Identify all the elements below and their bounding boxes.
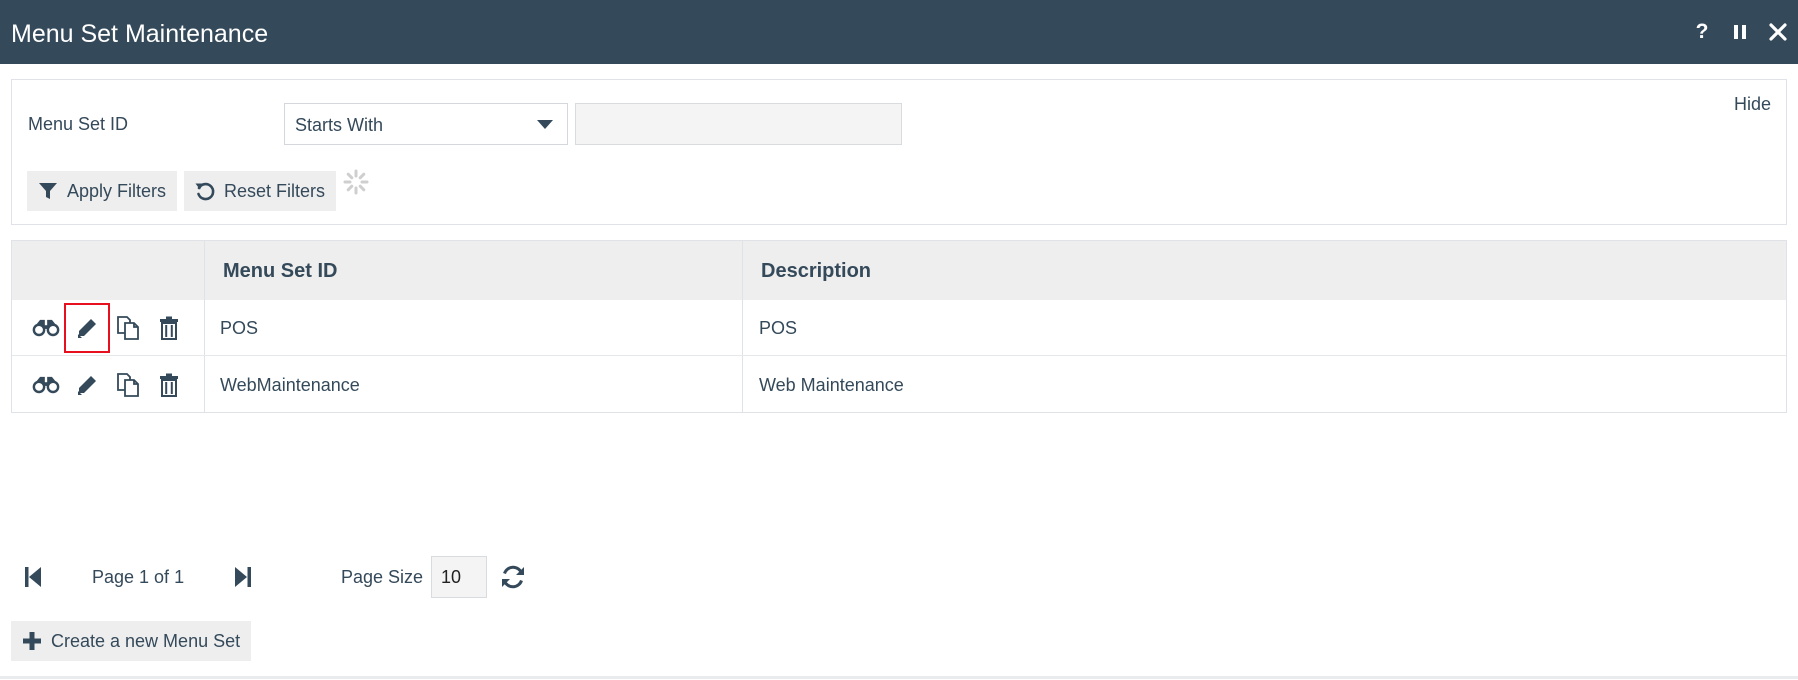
window-title: Menu Set Maintenance <box>11 20 269 48</box>
last-page-icon <box>235 567 251 587</box>
trash-icon <box>160 373 178 397</box>
menu-set-grid: Menu Set ID Description POS POS WebMaint… <box>11 240 1787 413</box>
last-page-button[interactable] <box>229 562 257 592</box>
page-size-input[interactable] <box>431 556 487 598</box>
page-size-label: Page Size <box>341 567 424 587</box>
cell-description: POS <box>759 318 798 338</box>
filter-value-input[interactable] <box>575 103 902 145</box>
page-indicator: Page 1 of 1 <box>92 567 185 587</box>
edit-button[interactable] <box>73 371 101 399</box>
plus-icon <box>21 630 43 652</box>
filter-field-label: Menu Set ID <box>28 114 129 134</box>
pager: Page 1 of 1 Page Size <box>0 555 600 599</box>
cell-menu-set-id: POS <box>220 318 259 338</box>
refresh-icon <box>502 565 524 589</box>
help-button[interactable]: ? <box>1688 18 1716 46</box>
view-button[interactable] <box>32 314 60 342</box>
apply-filters-label: Apply Filters <box>67 180 167 201</box>
pause-icon <box>1734 25 1746 39</box>
title-bar: Menu Set Maintenance ? <box>0 0 1798 64</box>
cell-description: Web Maintenance <box>759 375 904 395</box>
view-button[interactable] <box>32 371 60 399</box>
table-row: WebMaintenance Web Maintenance <box>12 357 1786 413</box>
refresh-button[interactable] <box>499 562 527 592</box>
create-menu-set-label: Create a new Menu Set <box>51 630 241 651</box>
chevron-down-icon <box>537 120 553 129</box>
close-icon <box>1769 23 1787 41</box>
copy-button[interactable] <box>114 314 142 342</box>
first-page-icon <box>25 567 41 587</box>
create-menu-set-button[interactable]: Create a new Menu Set <box>11 621 251 661</box>
close-button[interactable] <box>1764 18 1792 46</box>
delete-button[interactable] <box>155 314 183 342</box>
reset-filters-button[interactable]: Reset Filters <box>184 171 336 211</box>
trash-icon <box>160 316 178 340</box>
apply-filters-button[interactable]: Apply Filters <box>27 171 177 211</box>
divider <box>0 676 1798 679</box>
copy-icon <box>117 316 139 340</box>
reset-filters-label: Reset Filters <box>224 180 326 201</box>
copy-button[interactable] <box>114 371 142 399</box>
edit-button[interactable] <box>64 303 110 353</box>
pencil-icon <box>78 376 96 395</box>
binoculars-icon <box>32 376 60 394</box>
column-header-description[interactable]: Description <box>761 241 871 301</box>
loading-spinner-icon <box>343 169 369 195</box>
filter-operator-select[interactable]: Starts With <box>284 103 568 145</box>
hide-filters-link[interactable]: Hide <box>1734 94 1771 115</box>
delete-button[interactable] <box>155 371 183 399</box>
filter-panel: Menu Set ID Starts With Hide Apply Filte… <box>11 79 1787 225</box>
copy-icon <box>117 373 139 397</box>
cell-menu-set-id: WebMaintenance <box>220 375 360 395</box>
filter-icon <box>37 180 59 202</box>
table-row: POS POS <box>12 300 1786 356</box>
pencil-icon <box>78 319 96 338</box>
filter-operator-value: Starts With <box>295 115 384 135</box>
binoculars-icon <box>32 319 60 337</box>
undo-icon <box>194 180 216 202</box>
pause-button[interactable] <box>1726 18 1754 46</box>
column-header-menu-set-id[interactable]: Menu Set ID <box>223 241 337 301</box>
first-page-button[interactable] <box>19 562 47 592</box>
